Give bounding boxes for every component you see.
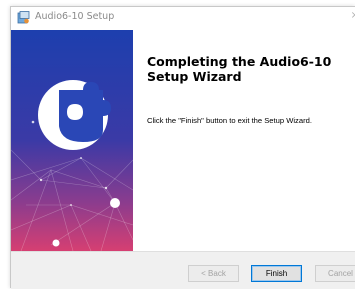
window-title: Audio6-10 Setup	[35, 11, 115, 22]
wizard-content: Completing the Audio6-10 Setup Wizard Cl…	[133, 30, 355, 251]
close-icon[interactable]: ×	[351, 10, 355, 21]
title-bar: Audio6-10 Setup ×	[11, 7, 355, 30]
finish-button[interactable]: Finish	[251, 265, 302, 282]
back-button[interactable]: < Back	[188, 265, 239, 282]
setup-window: Audio6-10 Setup × Completing the Audio6-…	[10, 6, 355, 289]
wizard-heading: Completing the Audio6-10 Setup Wizard	[147, 54, 332, 84]
cancel-button[interactable]: Cancel	[315, 265, 355, 282]
wizard-message: Click the "Finish" button to exit the Se…	[147, 116, 312, 125]
button-bar: < Back Finish Cancel	[11, 251, 355, 289]
banner-artwork	[11, 30, 133, 251]
installer-icon	[17, 11, 30, 24]
wizard-banner	[11, 30, 133, 251]
